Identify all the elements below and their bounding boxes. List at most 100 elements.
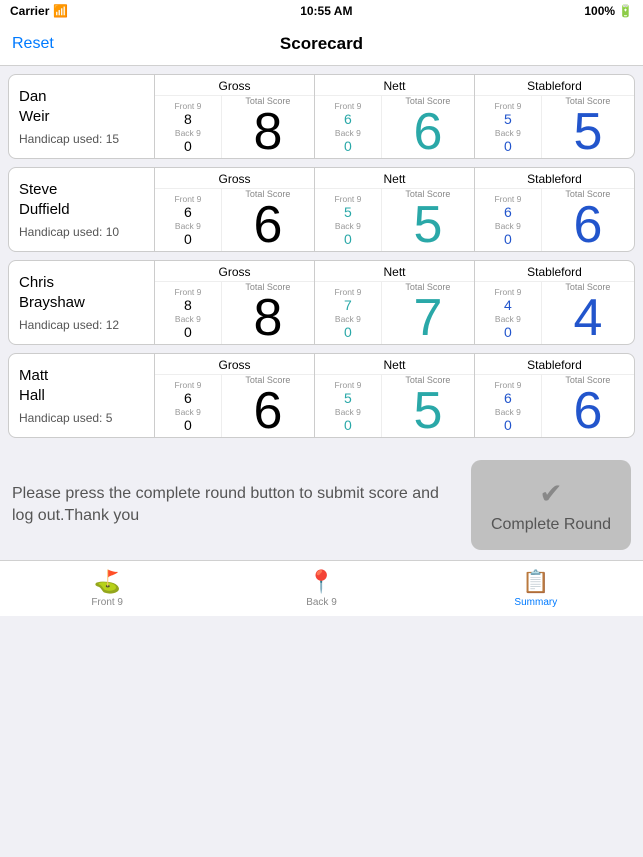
stableford-total-col: Total Score 6: [542, 189, 634, 251]
gross-total-score: 8: [253, 292, 282, 344]
nett-section: Nett Front 9 5 Back 9 0: [314, 168, 474, 251]
stableford-back9-label: Back 9: [495, 314, 521, 324]
nett-front-back-col: Front 9 7 Back 9 0: [315, 282, 382, 344]
tab-bar: ⛳ Front 9 📍 Back 9 📋 Summary: [0, 560, 643, 616]
back9-label: Back 9: [175, 407, 201, 417]
nett-total-col: Total Score 7: [382, 282, 474, 344]
player-handicap: Handicap used: 15: [19, 132, 144, 146]
front9-label: Front 9: [174, 101, 201, 111]
stableford-total-col: Total Score 5: [542, 96, 634, 158]
gross-front-back-col: Front 9 6 Back 9 0: [155, 189, 222, 251]
stableford-body: Front 9 6 Back 9 0 Total Score: [475, 375, 634, 437]
gross-front-back-col: Front 9 8 Back 9 0: [155, 96, 222, 158]
nett-total-col: Total Score 5: [382, 189, 474, 251]
battery-info: 100% 🔋: [584, 4, 633, 18]
player-name: MattHall: [19, 366, 144, 405]
tab-front-9[interactable]: ⛳ Front 9: [0, 569, 214, 608]
status-time: 10:55 AM: [300, 4, 352, 18]
nett-back-score: 0: [344, 138, 352, 154]
gross-front-score: 6: [184, 204, 192, 220]
player-info: ChrisBrayshaw Handicap used: 12: [9, 261, 154, 344]
nett-total-score: 5: [413, 385, 442, 437]
checkmark-icon: ✔: [539, 477, 562, 510]
stableford-total-col: Total Score 6: [542, 375, 634, 437]
gross-back-score: 0: [184, 231, 192, 247]
complete-round-button[interactable]: ✔ Complete Round: [471, 460, 631, 550]
pin-icon: 📍: [308, 569, 335, 595]
gross-header: Gross: [155, 261, 314, 282]
nett-front9-label: Front 9: [334, 287, 361, 297]
stableford-section: Stableford Front 9 6 Back 9 0: [474, 354, 634, 437]
nett-total-score: 6: [413, 106, 442, 158]
nett-section: Nett Front 9 5 Back 9 0: [314, 354, 474, 437]
nav-bar: Reset Scorecard: [0, 22, 643, 66]
tab-summary[interactable]: 📋 Summary: [429, 569, 643, 608]
carrier-text: Carrier: [10, 4, 49, 18]
gross-back-score: 0: [184, 324, 192, 340]
nett-front-score: 6: [344, 111, 352, 127]
status-bar: Carrier 📶 10:55 AM 100% 🔋: [0, 0, 643, 22]
gross-back-score: 0: [184, 138, 192, 154]
page-title: Scorecard: [280, 34, 363, 54]
nett-section: Nett Front 9 6 Back 9 0: [314, 75, 474, 158]
gross-front-back-col: Front 9 6 Back 9 0: [155, 375, 222, 437]
nett-header: Nett: [315, 75, 474, 96]
gross-header: Gross: [155, 354, 314, 375]
stableford-front-back-col: Front 9 5 Back 9 0: [475, 96, 542, 158]
stableford-front-score: 6: [504, 204, 512, 220]
stableford-total-score: 5: [573, 106, 602, 158]
player-name: ChrisBrayshaw: [19, 273, 144, 312]
stableford-front9-label: Front 9: [494, 194, 521, 204]
nett-body: Front 9 5 Back 9 0 Total Score: [315, 375, 474, 437]
player-handicap: Handicap used: 12: [19, 318, 144, 332]
nett-front-back-col: Front 9 6 Back 9 0: [315, 96, 382, 158]
gross-section: Gross Front 9 6 Back 9 0: [154, 354, 314, 437]
carrier-info: Carrier 📶: [10, 4, 68, 18]
stableford-section: Stableford Front 9 4 Back 9 0: [474, 261, 634, 344]
player-name: SteveDuffield: [19, 180, 144, 219]
reset-button[interactable]: Reset: [12, 35, 54, 53]
battery-icon: 🔋: [618, 4, 633, 18]
nett-body: Front 9 7 Back 9 0 Total Score: [315, 282, 474, 344]
wifi-signal-icon: 📶: [53, 4, 68, 18]
stableford-header: Stableford: [475, 354, 634, 375]
player-info: DanWeir Handicap used: 15: [9, 75, 154, 158]
gross-header: Gross: [155, 75, 314, 96]
gross-body: Front 9 8 Back 9 0 Total Score: [155, 96, 314, 158]
nett-front9-label: Front 9: [334, 194, 361, 204]
player-handicap: Handicap used: 5: [19, 411, 144, 425]
stableford-back-score: 0: [504, 138, 512, 154]
stableford-back9-label: Back 9: [495, 128, 521, 138]
stableford-front9-label: Front 9: [494, 101, 521, 111]
gross-back-score: 0: [184, 417, 192, 433]
nett-body: Front 9 5 Back 9 0 Total Score: [315, 189, 474, 251]
tab-label: Front 9: [91, 597, 123, 608]
gross-front-score: 6: [184, 390, 192, 406]
gross-front-score: 8: [184, 297, 192, 313]
stableford-body: Front 9 4 Back 9 0 Total Score: [475, 282, 634, 344]
gross-front-score: 8: [184, 111, 192, 127]
stableford-total-col: Total Score 4: [542, 282, 634, 344]
stableford-total-score: 4: [573, 292, 602, 344]
front9-label: Front 9: [174, 380, 201, 390]
nett-body: Front 9 6 Back 9 0 Total Score: [315, 96, 474, 158]
nett-front9-label: Front 9: [334, 380, 361, 390]
nett-section: Nett Front 9 7 Back 9 0: [314, 261, 474, 344]
front9-label: Front 9: [174, 287, 201, 297]
tab-back-9[interactable]: 📍 Back 9: [214, 569, 428, 608]
nett-front-score: 7: [344, 297, 352, 313]
gross-total-score: 8: [253, 106, 282, 158]
stableford-total-score: 6: [573, 199, 602, 251]
gross-body: Front 9 8 Back 9 0 Total Score: [155, 282, 314, 344]
gross-body: Front 9 6 Back 9 0 Total Score: [155, 375, 314, 437]
player-handicap: Handicap used: 10: [19, 225, 144, 239]
tab-label: Summary: [514, 597, 557, 608]
stableford-back9-label: Back 9: [495, 221, 521, 231]
gross-section: Gross Front 9 8 Back 9 0: [154, 75, 314, 158]
nett-front-score: 5: [344, 390, 352, 406]
gross-total-score: 6: [253, 199, 282, 251]
nett-header: Nett: [315, 354, 474, 375]
score-sections: Gross Front 9 6 Back 9 0: [154, 168, 634, 251]
nett-back-score: 0: [344, 417, 352, 433]
stableford-back9-label: Back 9: [495, 407, 521, 417]
